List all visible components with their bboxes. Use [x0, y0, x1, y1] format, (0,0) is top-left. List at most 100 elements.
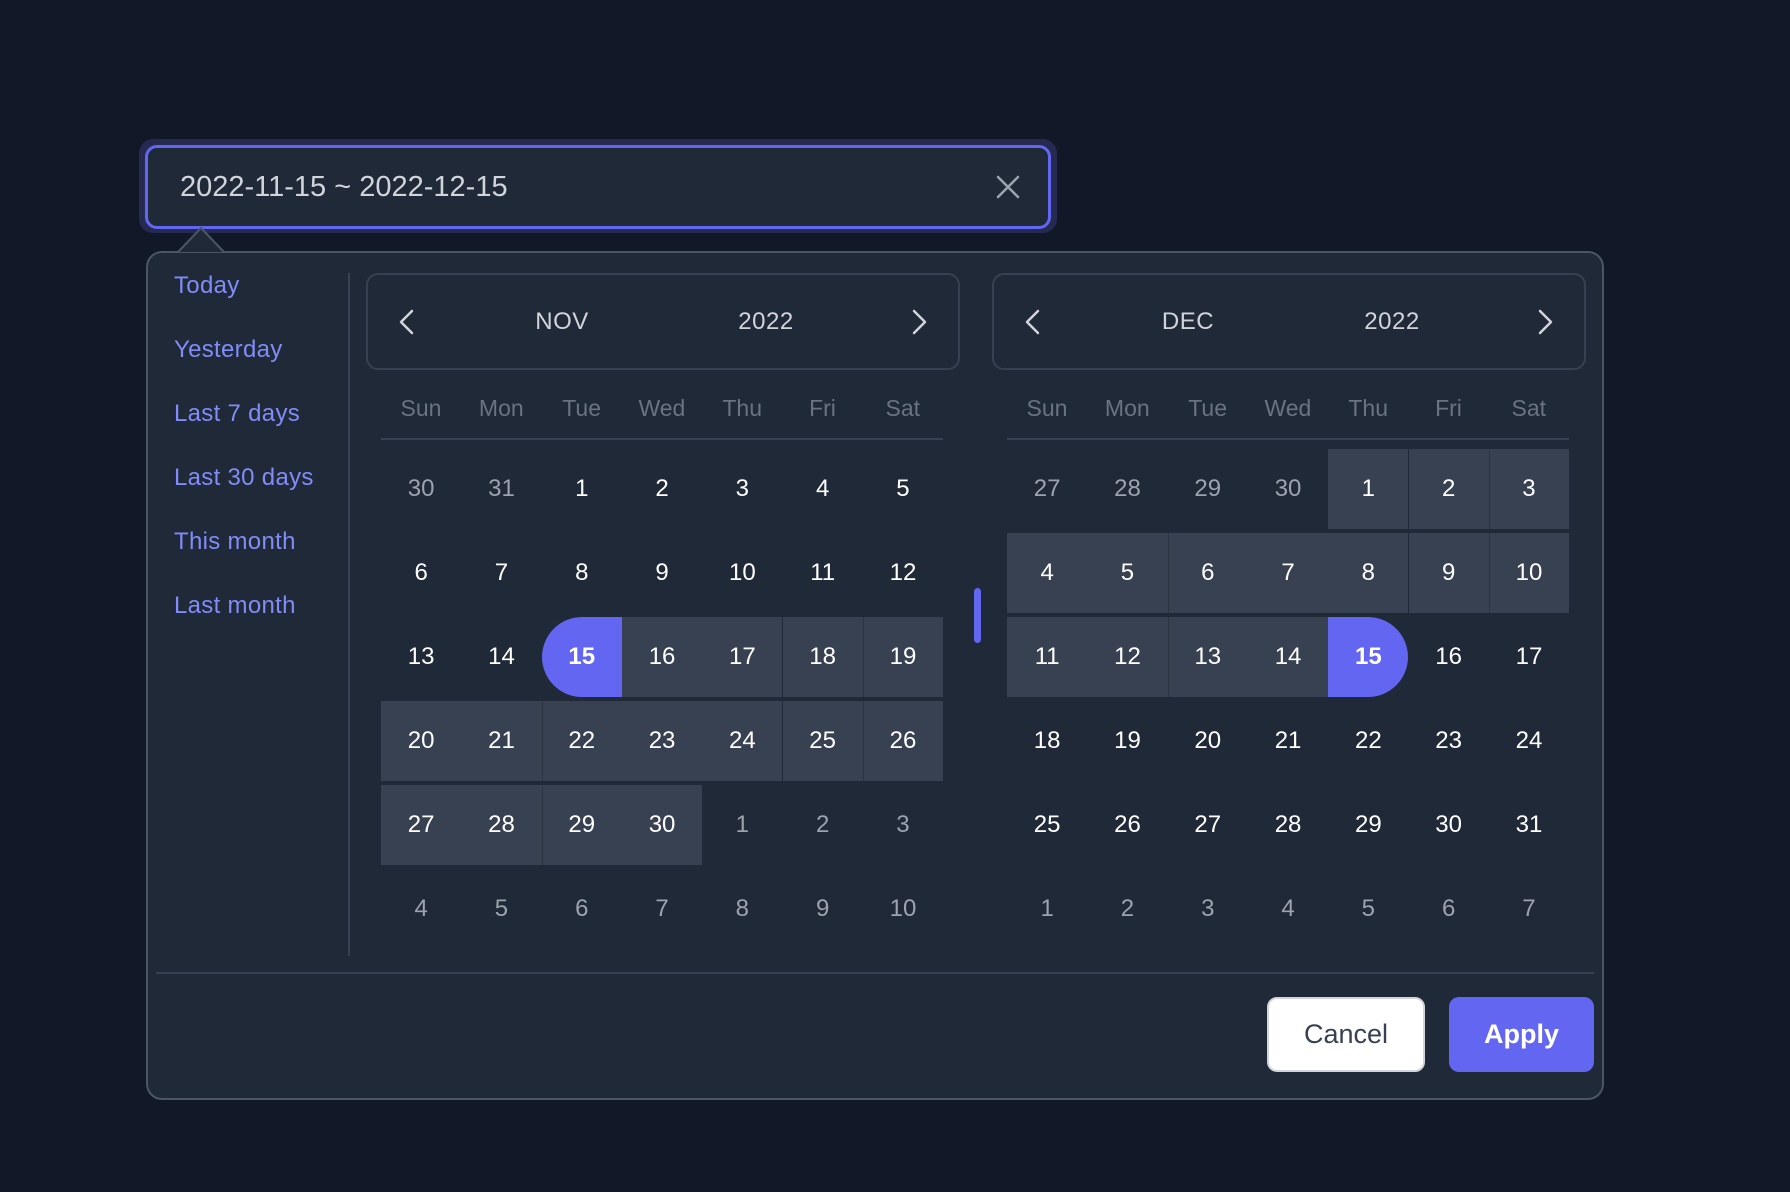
in-range-day[interactable]: 30: [621, 785, 703, 865]
day-cell[interactable]: 30: [1409, 785, 1489, 865]
day-cell[interactable]: 23: [1409, 701, 1489, 781]
in-range-day[interactable]: 2: [1408, 449, 1489, 529]
cancel-button[interactable]: Cancel: [1267, 997, 1425, 1072]
outside-month-day[interactable]: 30: [381, 449, 461, 529]
prev-month-button[interactable]: [1016, 305, 1050, 339]
month-select[interactable]: DEC: [1128, 275, 1248, 368]
day-cell[interactable]: 8: [542, 533, 622, 613]
outside-month-day[interactable]: 28: [1087, 449, 1167, 529]
outside-month-day[interactable]: 30: [1248, 449, 1328, 529]
in-range-day[interactable]: 14: [1247, 617, 1329, 697]
day-cell[interactable]: 3: [702, 449, 782, 529]
day-cell[interactable]: 19: [1087, 701, 1167, 781]
in-range-day[interactable]: 28: [461, 785, 542, 865]
in-range-day[interactable]: 10: [1488, 533, 1570, 613]
day-cell[interactable]: 24: [1489, 701, 1569, 781]
day-cell[interactable]: 6: [381, 533, 461, 613]
day-cell[interactable]: 27: [1168, 785, 1248, 865]
shortcut-today[interactable]: Today: [174, 269, 240, 303]
outside-month-day[interactable]: 3: [1168, 869, 1248, 949]
shortcut-last-7-days[interactable]: Last 7 days: [174, 397, 300, 431]
day-cell[interactable]: 10: [702, 533, 782, 613]
day-cell[interactable]: 5: [863, 449, 943, 529]
day-cell[interactable]: 14: [461, 617, 541, 697]
day-cell[interactable]: 2: [622, 449, 702, 529]
shortcut-last-month[interactable]: Last month: [174, 589, 296, 623]
in-range-day[interactable]: 3: [1488, 449, 1570, 529]
month-select[interactable]: NOV: [502, 275, 622, 368]
shortcut-this-month[interactable]: This month: [174, 525, 296, 559]
outside-month-day[interactable]: 5: [1328, 869, 1408, 949]
year-select[interactable]: 2022: [706, 275, 826, 368]
day-cell[interactable]: 25: [1007, 785, 1087, 865]
day-cell[interactable]: 17: [1489, 617, 1569, 697]
day-cell[interactable]: 22: [1328, 701, 1408, 781]
in-range-day[interactable]: 1: [1328, 449, 1409, 529]
in-range-day[interactable]: 12: [1087, 617, 1168, 697]
clear-button[interactable]: [994, 173, 1022, 201]
outside-month-day[interactable]: 3: [863, 785, 943, 865]
outside-month-day[interactable]: 6: [1409, 869, 1489, 949]
outside-month-day[interactable]: 9: [783, 869, 863, 949]
outside-month-day[interactable]: 5: [461, 869, 541, 949]
in-range-day[interactable]: 27: [381, 785, 462, 865]
in-range-day[interactable]: 9: [1408, 533, 1489, 613]
in-range-day[interactable]: 6: [1167, 533, 1248, 613]
outside-month-day[interactable]: 7: [1489, 869, 1569, 949]
year-select[interactable]: 2022: [1332, 275, 1452, 368]
in-range-day[interactable]: 11: [1007, 617, 1088, 697]
in-range-day[interactable]: 23: [621, 701, 703, 781]
apply-button[interactable]: Apply: [1449, 997, 1594, 1072]
day-cell[interactable]: 11: [783, 533, 863, 613]
in-range-day[interactable]: 5: [1087, 533, 1168, 613]
outside-month-day[interactable]: 27: [1007, 449, 1087, 529]
shortcut-yesterday[interactable]: Yesterday: [174, 333, 283, 367]
outside-month-day[interactable]: 2: [1087, 869, 1167, 949]
day-cell[interactable]: 31: [1489, 785, 1569, 865]
in-range-day[interactable]: 26: [862, 701, 944, 781]
day-cell[interactable]: 26: [1087, 785, 1167, 865]
day-cell[interactable]: 18: [1007, 701, 1087, 781]
day-cell[interactable]: 21: [1248, 701, 1328, 781]
outside-month-day[interactable]: 29: [1168, 449, 1248, 529]
outside-month-day[interactable]: 10: [863, 869, 943, 949]
shortcut-last-30-days[interactable]: Last 30 days: [174, 461, 314, 495]
outside-month-day[interactable]: 6: [542, 869, 622, 949]
selected-end-day[interactable]: 15: [1328, 617, 1409, 697]
day-cell[interactable]: 16: [1409, 617, 1489, 697]
in-range-day[interactable]: 21: [461, 701, 542, 781]
in-range-day[interactable]: 13: [1167, 617, 1248, 697]
day-cell[interactable]: 7: [461, 533, 541, 613]
day-cell[interactable]: 28: [1248, 785, 1328, 865]
outside-month-day[interactable]: 31: [461, 449, 541, 529]
in-range-day[interactable]: 22: [541, 701, 622, 781]
in-range-day[interactable]: 16: [621, 617, 703, 697]
in-range-day[interactable]: 7: [1247, 533, 1329, 613]
outside-month-day[interactable]: 4: [381, 869, 461, 949]
day-cell[interactable]: 13: [381, 617, 461, 697]
day-cell[interactable]: 29: [1328, 785, 1408, 865]
in-range-day[interactable]: 17: [702, 617, 783, 697]
in-range-day[interactable]: 19: [862, 617, 944, 697]
in-range-day[interactable]: 24: [702, 701, 783, 781]
day-cell[interactable]: 20: [1168, 701, 1248, 781]
day-cell[interactable]: 1: [542, 449, 622, 529]
outside-month-day[interactable]: 1: [702, 785, 782, 865]
day-cell[interactable]: 9: [622, 533, 702, 613]
day-cell[interactable]: 12: [863, 533, 943, 613]
prev-month-button[interactable]: [390, 305, 424, 339]
outside-month-day[interactable]: 7: [622, 869, 702, 949]
outside-month-day[interactable]: 1: [1007, 869, 1087, 949]
selected-start-day[interactable]: 15: [541, 617, 622, 697]
scrollbar-thumb[interactable]: [974, 588, 981, 643]
in-range-day[interactable]: 29: [541, 785, 622, 865]
in-range-day[interactable]: 8: [1328, 533, 1409, 613]
in-range-day[interactable]: 4: [1007, 533, 1088, 613]
next-month-button[interactable]: [1528, 305, 1562, 339]
outside-month-day[interactable]: 2: [783, 785, 863, 865]
outside-month-day[interactable]: 8: [702, 869, 782, 949]
next-month-button[interactable]: [902, 305, 936, 339]
in-range-day[interactable]: 18: [782, 617, 863, 697]
in-range-day[interactable]: 20: [381, 701, 462, 781]
day-cell[interactable]: 4: [783, 449, 863, 529]
